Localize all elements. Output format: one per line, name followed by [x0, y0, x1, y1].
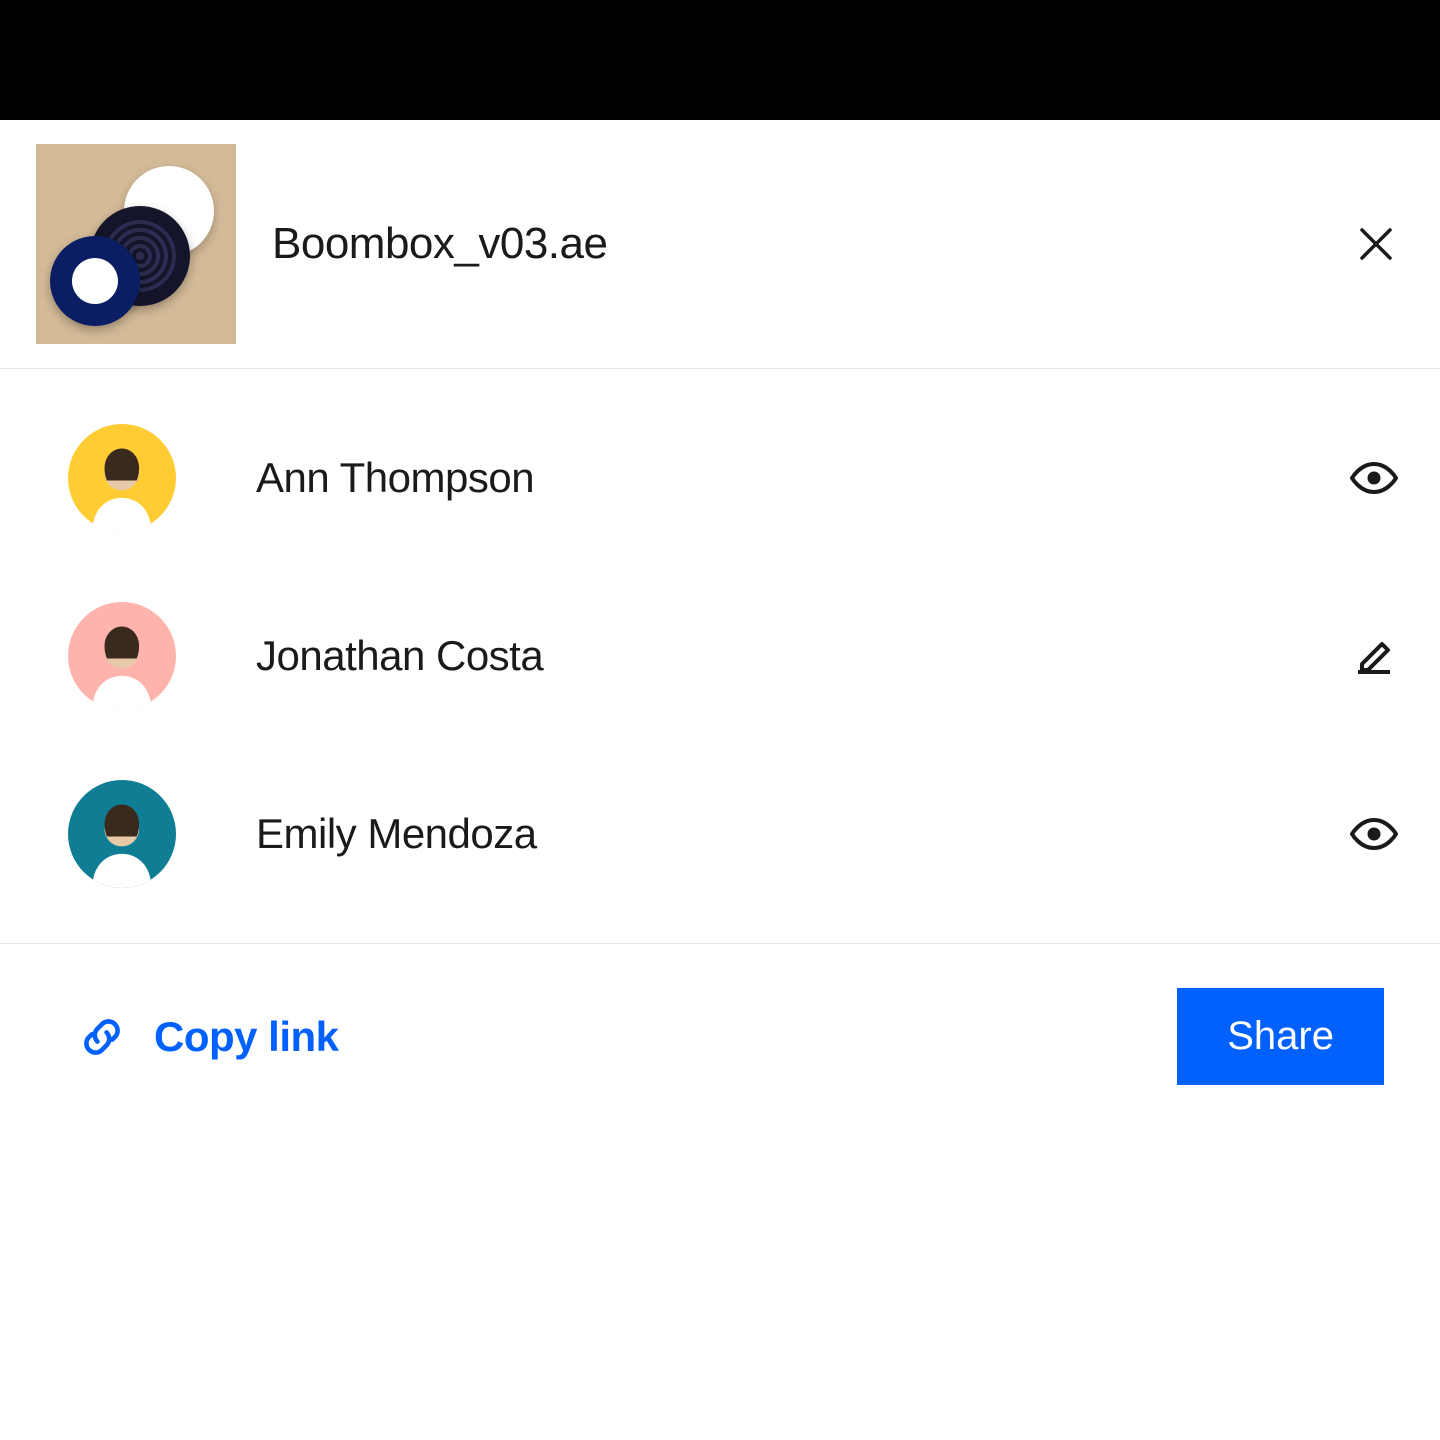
avatar	[68, 602, 176, 710]
avatar	[68, 424, 176, 532]
person-row: Ann Thompson	[68, 389, 1404, 567]
person-row: Emily Mendoza	[68, 745, 1404, 923]
permission-view-button[interactable]	[1344, 448, 1404, 508]
close-button[interactable]	[1348, 216, 1404, 272]
share-button[interactable]: Share	[1177, 988, 1384, 1085]
person-row: Jonathan Costa	[68, 567, 1404, 745]
dialog-header: Boombox_v03.ae	[0, 120, 1440, 369]
close-icon	[1356, 224, 1396, 264]
copy-link-button[interactable]: Copy link	[80, 1013, 339, 1061]
eye-icon	[1350, 810, 1398, 858]
dialog-footer: Copy link Share	[0, 944, 1440, 1129]
people-list: Ann Thompson Jonathan Costa Emily Mendoz…	[0, 369, 1440, 944]
copy-link-label: Copy link	[154, 1013, 339, 1061]
window-top-bar	[0, 0, 1440, 120]
person-name: Emily Mendoza	[256, 810, 1344, 858]
person-name: Ann Thompson	[256, 454, 1344, 502]
permission-view-button[interactable]	[1344, 804, 1404, 864]
file-thumbnail	[36, 144, 236, 344]
eye-icon	[1350, 454, 1398, 502]
avatar	[68, 780, 176, 888]
link-icon	[80, 1015, 124, 1059]
permission-edit-button[interactable]	[1344, 626, 1404, 686]
edit-icon	[1350, 632, 1398, 680]
person-name: Jonathan Costa	[256, 632, 1344, 680]
file-name: Boombox_v03.ae	[272, 219, 1348, 269]
